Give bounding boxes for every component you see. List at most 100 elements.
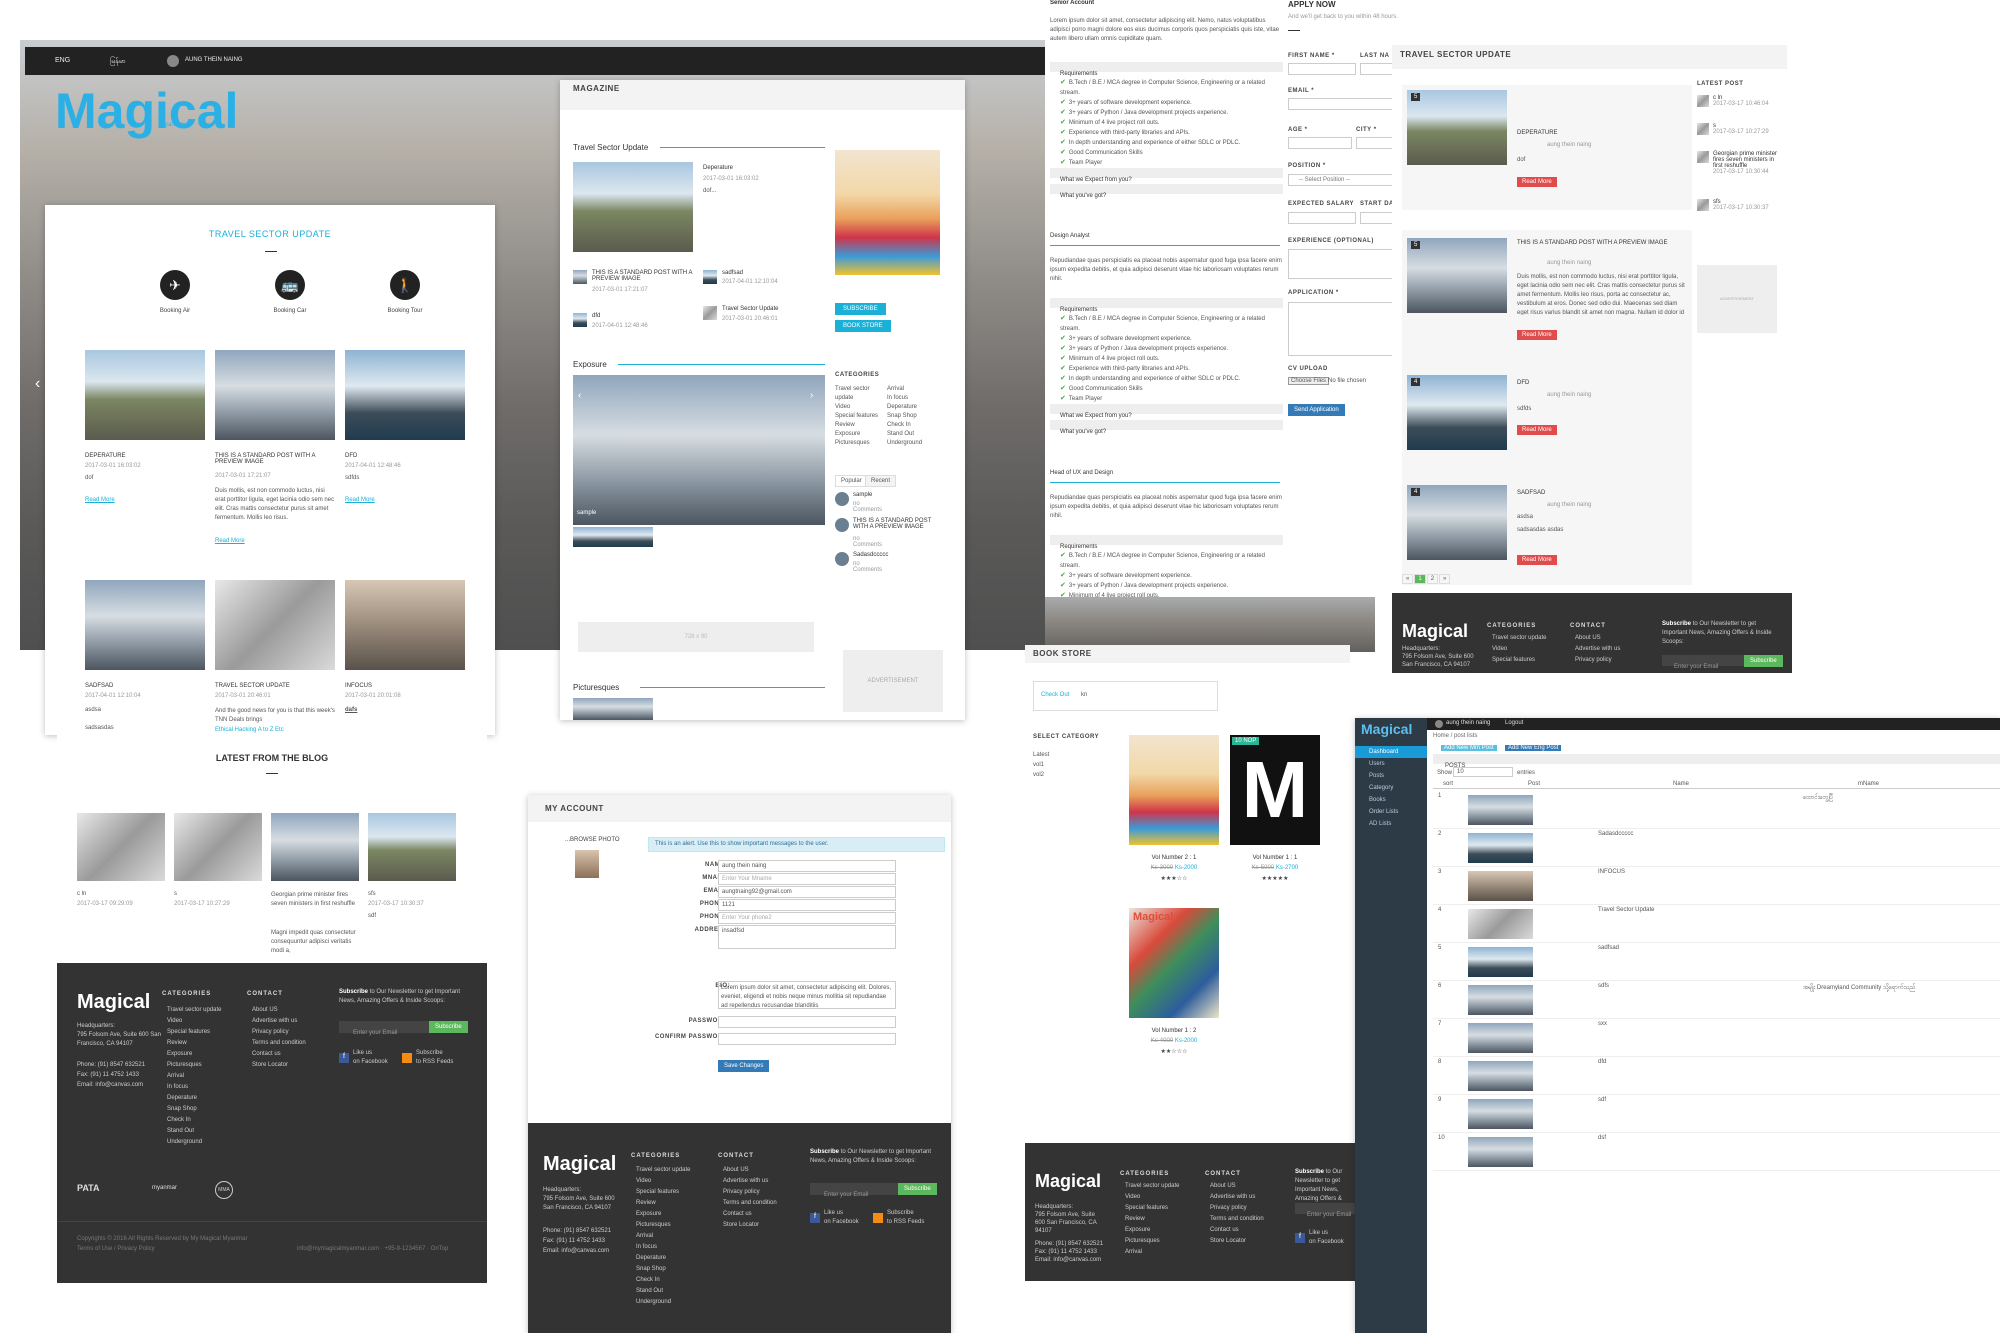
mag-category-link[interactable]: Arrival	[887, 385, 935, 394]
mag-small-thumb-3[interactable]	[573, 313, 587, 327]
post-thumb-4[interactable]	[85, 580, 205, 670]
table-row[interactable]: 2 Sadasdccccc	[1433, 829, 2000, 867]
job-expect-toggle[interactable]: What we Expect from you?	[1050, 168, 1285, 183]
account-footer-like[interactable]: Like us on Facebook	[824, 1209, 859, 1227]
account-footer-rss[interactable]: Subscribe to RSS Feeds	[887, 1209, 924, 1227]
job-requirements-toggle[interactable]: Requirements	[1050, 62, 1285, 77]
footer-contact-link[interactable]: Privacy policy	[1575, 655, 1620, 666]
footer-contact-link[interactable]: Terms and condition	[1210, 1214, 1264, 1225]
footer-contact-link[interactable]: Contact us	[723, 1209, 777, 1220]
bookstore-footer-like[interactable]: Like us on Facebook	[1309, 1229, 1344, 1247]
travel-post-title[interactable]: SADFSAD	[1517, 490, 1545, 496]
mag-small-title-3[interactable]: dfd	[592, 313, 600, 319]
first-name-input[interactable]	[1288, 63, 1356, 75]
entries-select[interactable]: 10	[1453, 767, 1513, 777]
rss-icon[interactable]	[402, 1053, 412, 1063]
password-input[interactable]	[718, 1016, 896, 1028]
footer-contact-link[interactable]: Terms and condition	[252, 1038, 306, 1049]
footer-subscribe-button[interactable]: Subscribe	[429, 1021, 468, 1033]
popular-title[interactable]: Sadasdccccc	[853, 552, 888, 558]
footer-email-input[interactable]: Enter your Email	[339, 1021, 429, 1036]
blog-title-2[interactable]: s	[174, 891, 177, 897]
booking-air[interactable]: ✈ Booking Air	[140, 270, 210, 314]
row-post-image[interactable]	[1468, 909, 1533, 939]
age-input[interactable]	[1288, 137, 1352, 149]
subscribe-button[interactable]: SUBSCRIBE	[835, 303, 886, 315]
home-logo[interactable]: Magical	[55, 82, 238, 140]
admin-logout[interactable]: Logout	[1505, 720, 1523, 726]
col-sort[interactable]: sort	[1443, 781, 1453, 787]
category-vol1[interactable]: vol1	[1033, 760, 1049, 770]
travel-post-image[interactable]	[1407, 375, 1507, 450]
popular-title[interactable]: THIS IS A STANDARD POST WITH A PREVIEW I…	[853, 518, 948, 530]
rss-icon[interactable]	[873, 1213, 883, 1223]
table-row[interactable]: 6 sdfs အမျိုး Dreamyland Community သို့ရော…	[1433, 981, 2000, 1019]
ad-banner-728[interactable]: 728 x 90	[578, 622, 814, 652]
footer-category-link[interactable]: Special features	[167, 1027, 221, 1038]
post-title-2[interactable]: THIS IS A STANDARD POST WITH A PREVIEW I…	[215, 453, 335, 465]
table-row[interactable]: 4 Travel Sector Update	[1433, 905, 2000, 943]
footer-category-link[interactable]: Deperature	[167, 1093, 221, 1104]
post-thumb-6[interactable]	[345, 580, 465, 670]
breadcrumb-home[interactable]: Home	[1433, 733, 1449, 739]
row-post-image[interactable]	[1468, 1099, 1533, 1129]
mag-category-link[interactable]: In focus	[887, 394, 935, 403]
table-row[interactable]: 3 INFOCUS	[1433, 867, 2000, 905]
account-footer-subscribe-button[interactable]: Subscribe	[898, 1183, 937, 1195]
col-post[interactable]: Post	[1528, 781, 1540, 787]
admin-nav-category[interactable]: Category	[1355, 782, 1427, 794]
travel-read-more[interactable]: Read More	[1517, 425, 1557, 435]
form-input[interactable]: insadfsd	[718, 925, 896, 949]
form-input[interactable]: aungtnaing92@gmail.com	[718, 886, 896, 898]
footer-category-link[interactable]: Travel sector update	[636, 1165, 690, 1176]
mag-category-link[interactable]: Check In	[887, 421, 935, 430]
blog-title-3[interactable]: Georgian prime minister fires seven mini…	[271, 891, 361, 909]
travel-read-more[interactable]: Read More	[1517, 177, 1557, 187]
footer-contact-link[interactable]: Privacy policy	[252, 1027, 306, 1038]
footer-terms[interactable]: Terms of Use / Privacy Policy	[77, 1246, 155, 1252]
footer-contact-link[interactable]: About US	[1210, 1181, 1264, 1192]
travel-footer-subscribe-button[interactable]: Subscribe	[1744, 655, 1783, 667]
latest-post-item[interactable]: c ln 2017-03-17 10:46:04	[1697, 95, 1782, 123]
footer-contact-link[interactable]: Contact us	[252, 1049, 306, 1060]
mag-feature-title[interactable]: Deperature	[703, 165, 733, 171]
job-got-toggle[interactable]: What you've got?	[1050, 184, 1285, 199]
confirm-password-input[interactable]	[718, 1033, 896, 1045]
mag-small-title-2[interactable]: sadfsad	[722, 270, 743, 276]
book-name-2[interactable]: Vol Number 1 : 1	[1230, 855, 1320, 861]
lang-en[interactable]: ENG	[55, 57, 70, 64]
email-input[interactable]	[1288, 98, 1398, 110]
form-input[interactable]: Enter Your Mname	[718, 873, 896, 885]
footer-contact-link[interactable]: About US	[252, 1005, 306, 1016]
table-row[interactable]: 1 ထောင်းတွေ့ပြီ	[1433, 791, 2000, 829]
book-cover-3[interactable]	[1129, 908, 1219, 1018]
book-name-1[interactable]: Vol Number 2 : 1	[1129, 855, 1219, 861]
page-link[interactable]: «	[1402, 574, 1414, 584]
tab-popular[interactable]: Popular	[835, 475, 868, 487]
application-textarea[interactable]	[1288, 302, 1398, 356]
mag-category-link[interactable]: Deperature	[887, 403, 935, 412]
category-latest[interactable]: Latest	[1033, 750, 1049, 760]
blog-title-4[interactable]: sfs	[368, 891, 376, 897]
footer-category-link[interactable]: Travel sector update	[1125, 1181, 1179, 1192]
bookstore-button[interactable]: BOOK STORE	[835, 320, 891, 332]
book-name-3[interactable]: Vol Number 1 : 2	[1129, 1028, 1219, 1034]
footer-category-link[interactable]: Snap Shop	[167, 1104, 221, 1115]
add-eng-post-button[interactable]: Add New Eng Post	[1505, 745, 1562, 751]
facebook-icon[interactable]: f	[339, 1053, 349, 1063]
footer-category-link[interactable]: Picturesques	[1125, 1236, 1179, 1247]
bookstore-footer-email-input[interactable]: Enter your Email	[1295, 1203, 1355, 1218]
slider-next-icon[interactable]: ›	[810, 390, 813, 401]
travel-post-title[interactable]: DEPERATURE	[1517, 130, 1558, 136]
add-mm-post-button[interactable]: Add New Mm Post	[1441, 745, 1497, 751]
footer-category-link[interactable]: Underground	[167, 1137, 221, 1148]
job-designer-expect-toggle[interactable]: What we Expect from you?	[1050, 404, 1285, 419]
footer-category-link[interactable]: Review	[167, 1038, 221, 1049]
table-row[interactable]: 7 sxx	[1433, 1019, 2000, 1057]
footer-category-link[interactable]: Arrival	[636, 1231, 690, 1242]
job-designer-requirements-toggle[interactable]: Requirements	[1050, 298, 1285, 313]
form-input[interactable]: Enter Your phone2	[718, 912, 896, 924]
mag-pic-thumb[interactable]	[573, 698, 653, 720]
mag-category-link[interactable]: Special features	[835, 412, 883, 421]
mag-feature-image[interactable]	[573, 162, 693, 252]
